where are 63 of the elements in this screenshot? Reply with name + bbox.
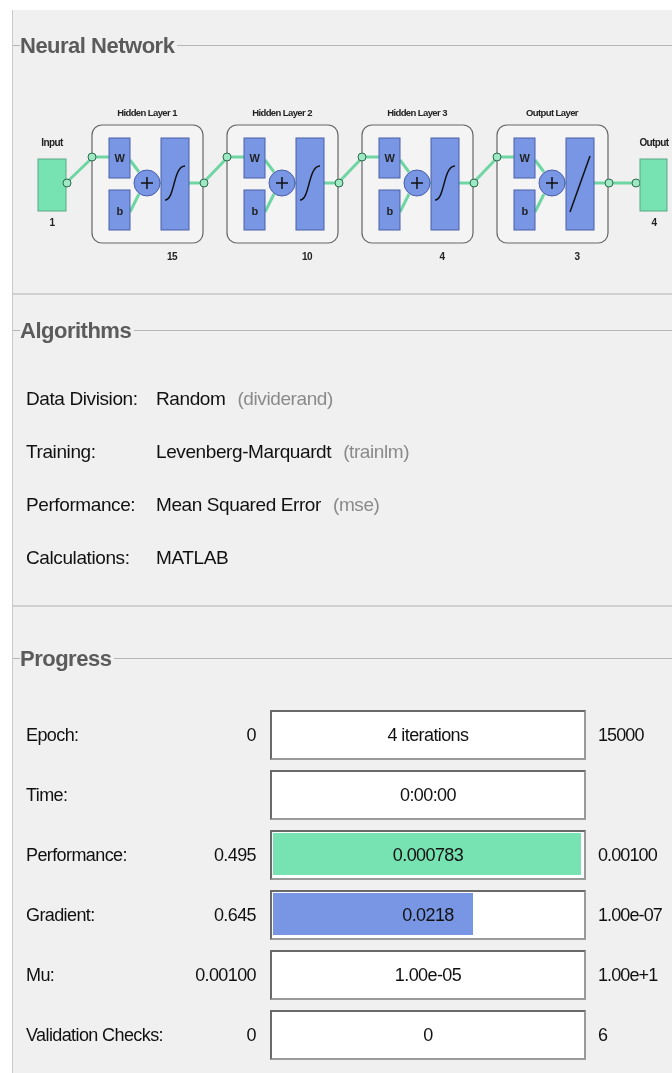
layer-title: Hidden Layer 3 <box>387 107 447 118</box>
sum-icon <box>133 169 161 197</box>
input-block <box>37 158 67 212</box>
start-value: 0 <box>245 723 256 747</box>
algorithm-value: MATLAB <box>156 546 229 571</box>
weight-block: W <box>513 137 536 179</box>
connector <box>334 157 363 188</box>
connector <box>469 157 498 188</box>
input-label: Input <box>41 137 63 148</box>
input-size: 1 <box>49 217 55 228</box>
function-name: (dividerand) <box>237 387 333 412</box>
layer-size: 15 <box>167 251 177 262</box>
bias-block: b <box>108 189 131 231</box>
layer-size: 4 <box>439 251 445 262</box>
progress-label: Time: <box>26 783 69 807</box>
algorithm-value: Mean Squared Error <box>156 493 321 518</box>
bias-block: b <box>513 189 536 231</box>
layer-title: Output Layer <box>526 107 578 118</box>
connector <box>199 157 228 188</box>
bias-block: b <box>243 189 266 231</box>
algorithm-label: Data Division: <box>26 387 139 412</box>
algorithm-value: Levenberg-Marquardt <box>156 440 332 465</box>
sum-icon <box>538 169 566 197</box>
progress-label: Gradient: <box>26 903 96 927</box>
end-value: 1.00e-07 <box>598 903 662 927</box>
start-value: 0.645 <box>212 903 256 927</box>
start-value: 0.495 <box>212 843 256 867</box>
progress-label: Mu: <box>26 963 56 987</box>
output-size: 4 <box>651 217 657 228</box>
weight-block: W <box>378 137 401 179</box>
progress-label: Performance: <box>26 843 128 867</box>
output-block <box>639 158 668 212</box>
connector <box>62 157 93 188</box>
start-value: 0.00100 <box>194 963 256 987</box>
layer-size: 10 <box>302 251 312 262</box>
end-value: 1.00e+1 <box>598 963 658 987</box>
algorithm-label: Performance: <box>26 493 137 518</box>
layer-title: Hidden Layer 1 <box>117 107 177 118</box>
function-name: (trainlm) <box>343 440 410 465</box>
progress-value: 0.000783 <box>391 843 465 867</box>
end-value: 6 <box>598 1023 608 1047</box>
sum-icon <box>403 169 431 197</box>
layer-size: 3 <box>574 251 580 262</box>
progress-label: Validation Checks: <box>26 1023 164 1047</box>
algorithm-label: Calculations: <box>26 546 131 571</box>
end-value: 15000 <box>598 723 644 747</box>
algorithm-label: Training: <box>26 440 97 465</box>
connector <box>604 178 641 188</box>
bias-block: b <box>378 189 401 231</box>
progress-value: 0.0218 <box>401 903 455 927</box>
weight-block: W <box>243 137 266 179</box>
output-label: Output <box>639 137 669 148</box>
function-name: (mse) <box>332 493 380 518</box>
layer-title: Hidden Layer 2 <box>252 107 312 118</box>
algorithm-value: Random <box>156 387 226 412</box>
group-title: Neural Network <box>20 31 175 60</box>
weight-block: W <box>108 137 131 179</box>
progress-label: Epoch: <box>26 723 80 747</box>
end-value: 0.00100 <box>598 843 657 867</box>
group-title: Progress <box>20 644 112 673</box>
start-value: 0 <box>245 1023 256 1047</box>
group-title: Algorithms <box>20 316 132 345</box>
sum-icon <box>268 169 296 197</box>
